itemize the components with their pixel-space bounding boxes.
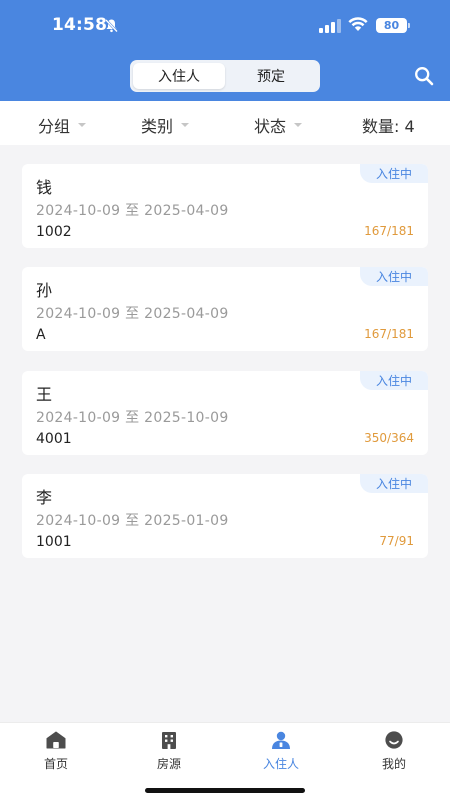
resident-card[interactable]: 入住中 王 2024-10-09 至 2025-10-09 4001 350/3… xyxy=(22,371,428,455)
caret-down-icon xyxy=(294,123,303,127)
tab-residents-label: 入住人 xyxy=(262,757,299,771)
days-ratio: 350/364 xyxy=(364,431,414,445)
room-number: 1002 xyxy=(36,224,72,240)
status-time: 14:58 xyxy=(52,15,108,35)
caret-down-icon xyxy=(181,123,190,127)
status-badge: 入住中 xyxy=(360,474,428,493)
caret-down-icon xyxy=(78,123,87,127)
resident-card[interactable]: 入住中 孙 2024-10-09 至 2025-04-09 A 167/181 xyxy=(22,267,428,351)
group-filter-label: 分组 xyxy=(38,117,71,136)
tab-listings[interactable]: 房源 xyxy=(129,729,209,773)
room-number: A xyxy=(36,327,46,343)
category-filter-label: 类别 xyxy=(141,117,174,136)
category-filter[interactable]: 类别 xyxy=(141,113,190,137)
wifi-icon xyxy=(348,17,368,36)
room-number: 4001 xyxy=(36,431,72,447)
resident-name: 孙 xyxy=(36,281,53,300)
home-indicator xyxy=(145,788,305,793)
group-filter[interactable]: 分组 xyxy=(38,113,87,137)
days-ratio: 167/181 xyxy=(364,327,414,341)
resident-card[interactable]: 入住中 钱 2024-10-09 至 2025-04-09 1002 167/1… xyxy=(22,164,428,248)
tab-profile[interactable]: 我的 xyxy=(354,729,434,773)
status-bar: 14:58 80 xyxy=(0,0,450,52)
bell-muted-icon xyxy=(104,18,119,37)
status-filter-label: 状态 xyxy=(254,117,287,136)
days-ratio: 77/91 xyxy=(379,534,414,548)
stay-dates: 2024-10-09 至 2025-04-09 xyxy=(36,306,229,322)
stay-dates: 2024-10-09 至 2025-10-09 xyxy=(36,410,229,426)
home-icon xyxy=(46,729,66,753)
tab-home-label: 首页 xyxy=(43,757,68,771)
status-badge: 入住中 xyxy=(360,371,428,390)
resident-name: 李 xyxy=(36,488,53,507)
filter-bar: 分组 类别 状态 数量: 4 xyxy=(0,101,450,145)
tab-profile-label: 我的 xyxy=(381,757,406,771)
profile-icon xyxy=(384,729,404,753)
search-icon[interactable] xyxy=(414,66,434,90)
battery-cap xyxy=(408,23,410,28)
stay-dates: 2024-10-09 至 2025-01-09 xyxy=(36,513,229,529)
status-badge: 入住中 xyxy=(360,267,428,286)
stay-dates: 2024-10-09 至 2025-04-09 xyxy=(36,203,229,219)
tab-listings-label: 房源 xyxy=(156,757,181,771)
record-count: 数量: 4 xyxy=(362,117,415,136)
status-badge: 入住中 xyxy=(360,164,428,183)
days-ratio: 167/181 xyxy=(364,224,414,238)
tab-residents[interactable]: 入住人 xyxy=(133,63,225,89)
header: 14:58 80 入住人 预定 xyxy=(0,0,450,101)
resident-name: 钱 xyxy=(36,178,53,197)
room-number: 1001 xyxy=(36,534,72,550)
status-filter[interactable]: 状态 xyxy=(254,113,303,137)
resident-card[interactable]: 入住中 李 2024-10-09 至 2025-01-09 1001 77/91 xyxy=(22,474,428,558)
battery-indicator: 80 xyxy=(376,18,407,33)
cellular-signal-icon xyxy=(319,18,341,37)
segmented-control: 入住人 预定 xyxy=(130,60,320,92)
tab-reservations[interactable]: 预定 xyxy=(225,63,317,89)
building-icon xyxy=(160,729,178,753)
tab-residents-nav[interactable]: 入住人 xyxy=(241,729,321,773)
resident-icon xyxy=(271,729,291,753)
tab-home[interactable]: 首页 xyxy=(16,729,96,773)
screen: 14:58 80 入住人 预定 分组 类别 状态 数量: 4 入住中 钱 202… xyxy=(0,0,450,800)
resident-name: 王 xyxy=(36,385,53,404)
